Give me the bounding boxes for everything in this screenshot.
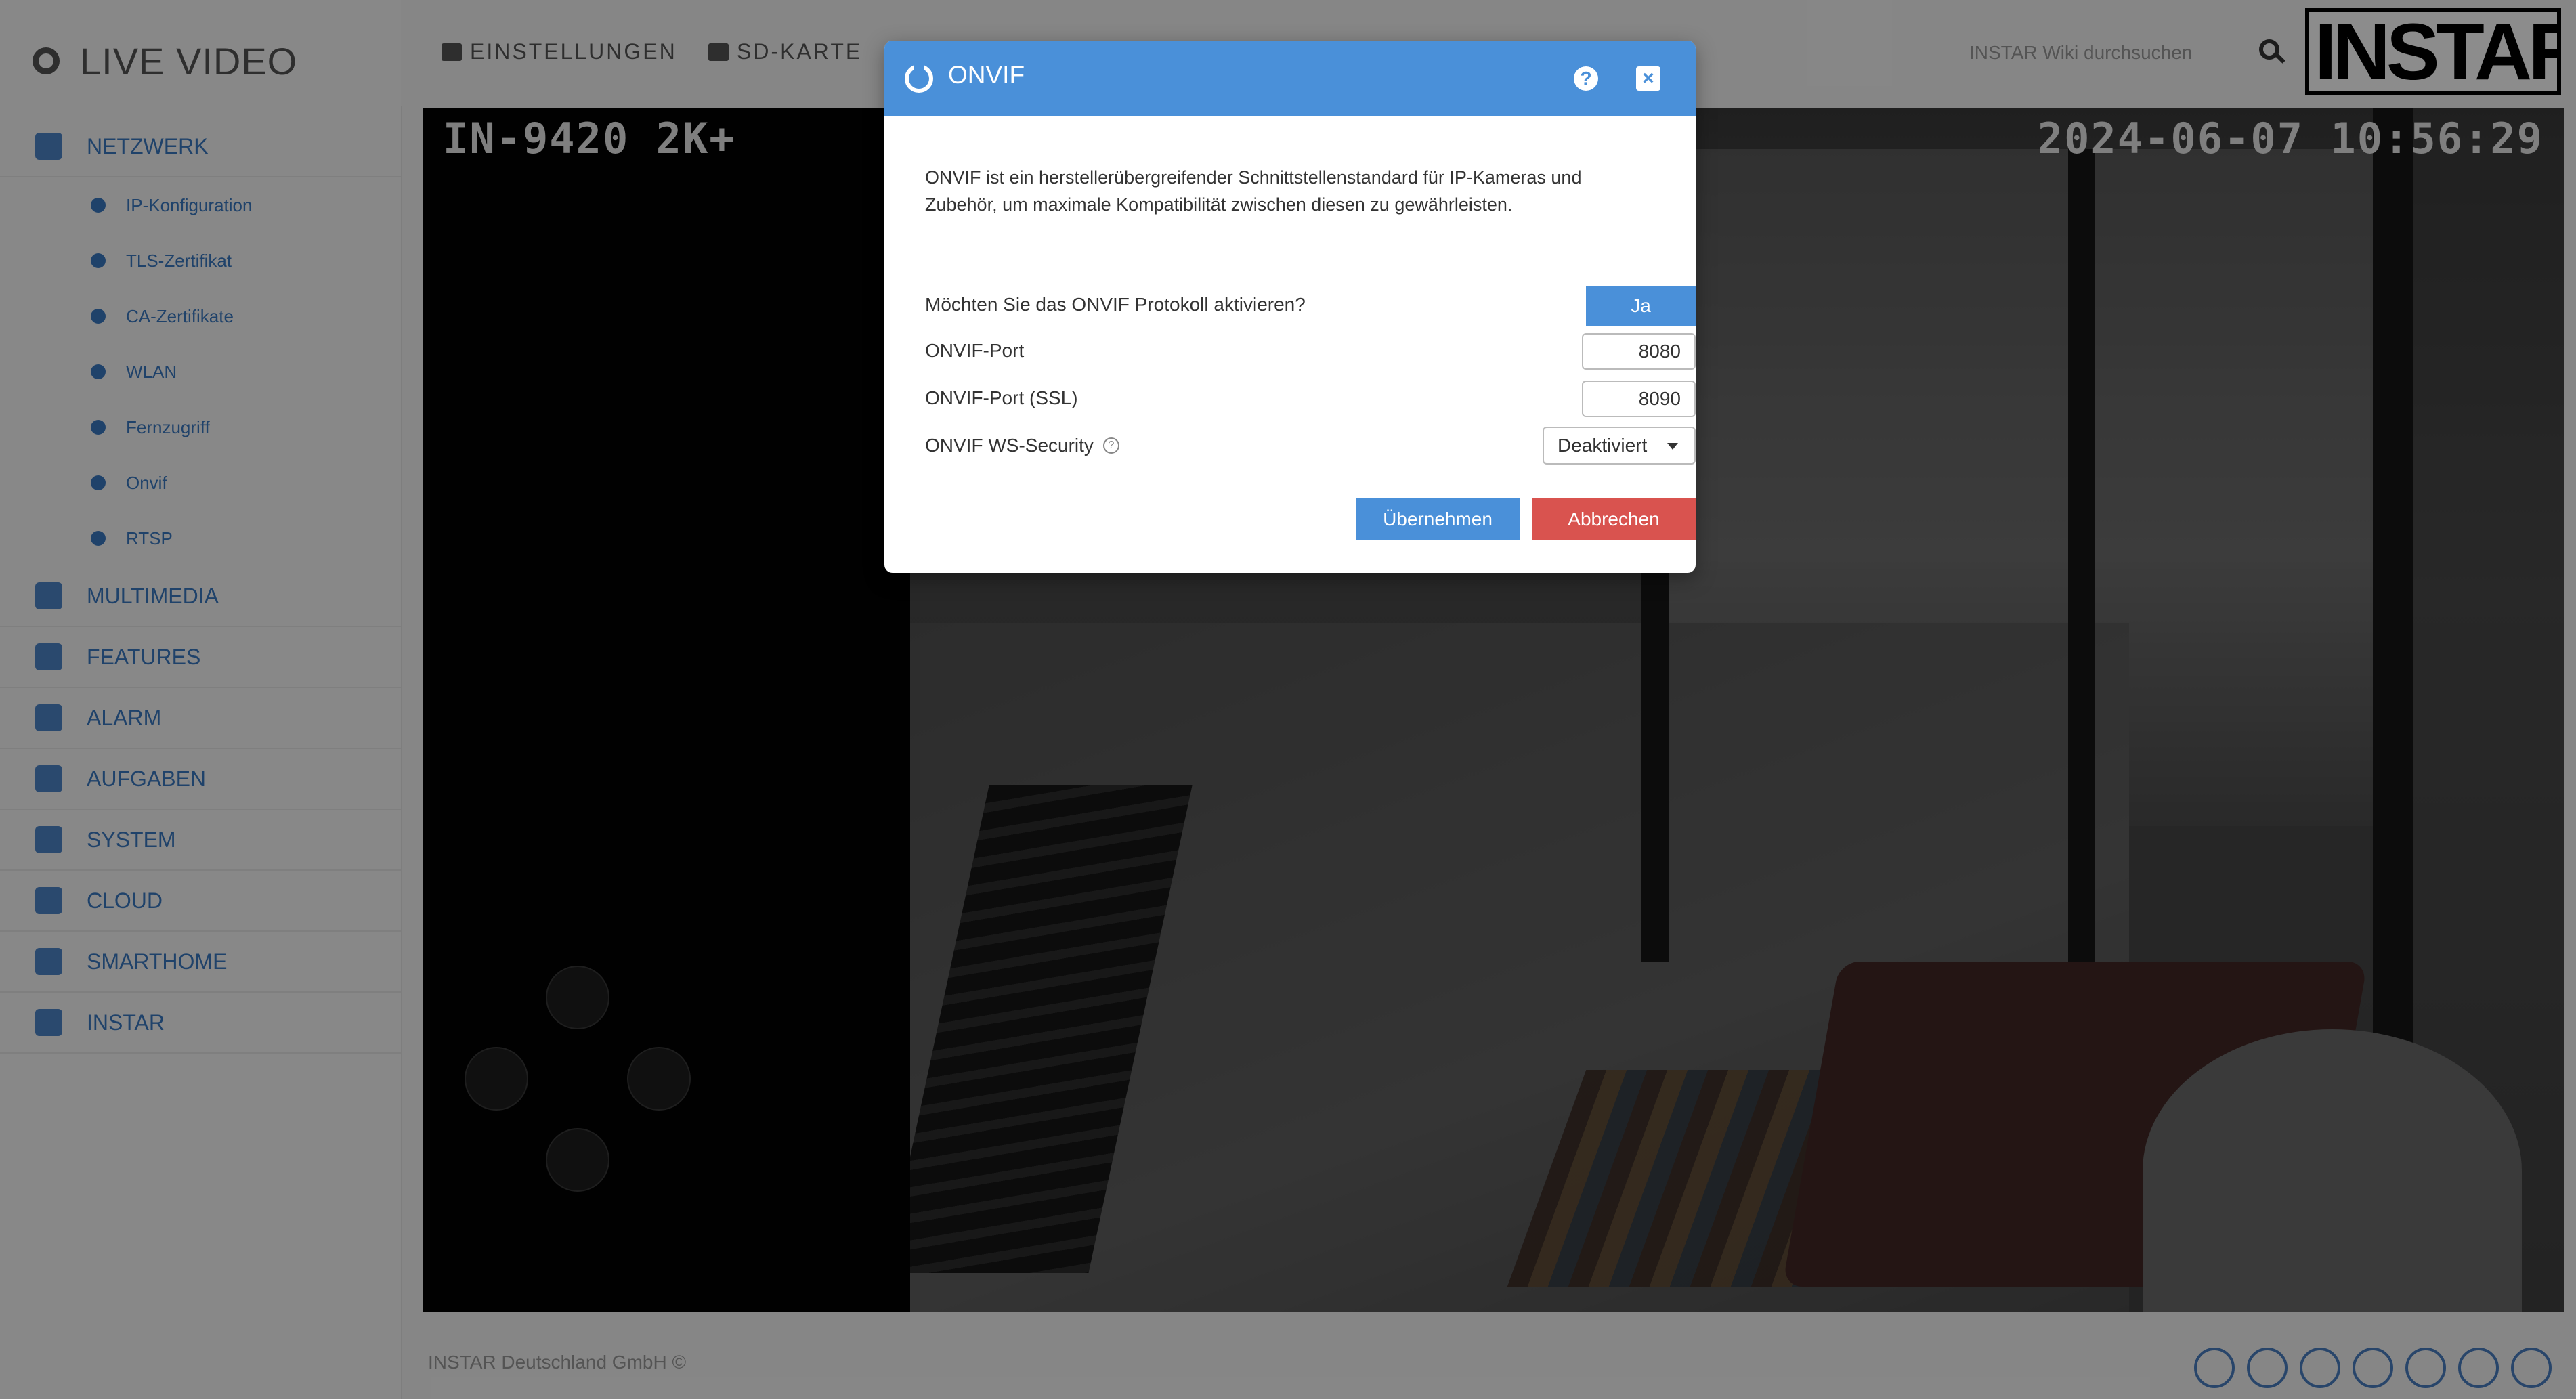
dialog-header: ONVIF ? × xyxy=(884,41,1696,116)
ws-security-row: ONVIF WS-Security ? Deaktiviert xyxy=(925,427,1696,467)
info-icon[interactable]: ? xyxy=(1102,437,1119,454)
activate-toggle-button[interactable]: Ja xyxy=(1586,286,1696,326)
dialog-title: ONVIF xyxy=(948,61,1025,89)
ssl-port-row: ONVIF-Port (SSL) xyxy=(925,379,1696,420)
page: LIVE VIDEO NETZWERK IP-Konfiguration TLS… xyxy=(0,0,2576,1399)
help-icon[interactable]: ? xyxy=(1574,66,1598,91)
dialog-description: ONVIF ist ein herstellerübergreifender S… xyxy=(925,167,1582,215)
ws-security-label-text: ONVIF WS-Security xyxy=(925,435,1094,456)
activate-row: Möchten Sie das ONVIF Protokoll aktivier… xyxy=(925,286,1696,326)
port-label: ONVIF-Port xyxy=(925,340,1024,362)
onvif-icon xyxy=(905,64,933,93)
activate-label: Möchten Sie das ONVIF Protokoll aktivier… xyxy=(925,294,1306,316)
port-row: ONVIF-Port xyxy=(925,332,1696,372)
onvif-dialog: ONVIF ? × ONVIF ist ein herstellerübergr… xyxy=(884,41,1696,573)
ssl-port-label-text: ONVIF-Port (SSL) xyxy=(925,387,1078,408)
ws-security-label: ONVIF WS-Security ? xyxy=(925,435,1119,456)
ws-security-value: Deaktiviert xyxy=(1558,435,1648,456)
close-icon[interactable]: × xyxy=(1636,66,1660,91)
apply-button[interactable]: Übernehmen xyxy=(1356,498,1520,540)
cancel-button[interactable]: Abbrechen xyxy=(1532,498,1696,540)
port-label-text: ONVIF-Port xyxy=(925,340,1025,361)
onvif-ssl-port-input[interactable] xyxy=(1582,381,1696,417)
onvif-port-input[interactable] xyxy=(1582,333,1696,370)
ssl-port-label: ONVIF-Port (SSL) xyxy=(925,387,1078,409)
ws-security-select[interactable]: Deaktiviert xyxy=(1543,427,1696,465)
chevron-down-icon xyxy=(1667,443,1678,450)
activate-label-text: Möchten Sie das ONVIF Protokoll aktivier… xyxy=(925,294,1306,315)
